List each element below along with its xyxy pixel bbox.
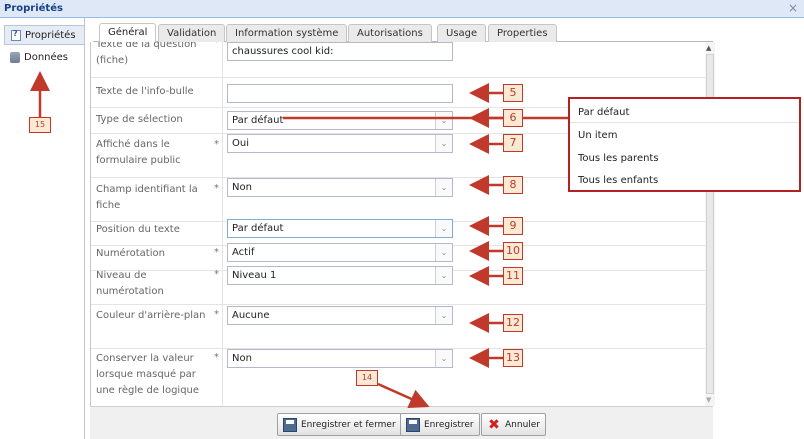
select-value: Par défaut: [232, 223, 284, 234]
select-value: Niveau 1: [232, 270, 277, 281]
tab-permissions[interactable]: Autorisations: [348, 24, 432, 43]
callout-15: 15: [29, 117, 51, 133]
selection-type-dropdown-list: Par défaut Un item Tous les parents Tous…: [568, 97, 801, 192]
select-value: Aucune: [232, 310, 270, 321]
sidebar-item-data[interactable]: Données: [4, 47, 84, 67]
required-marker: *: [214, 247, 219, 258]
required-marker: *: [214, 269, 219, 280]
chevron-down-icon[interactable]: ⌄: [435, 267, 452, 284]
chevron-down-icon[interactable]: ⌄: [435, 135, 452, 152]
identifier-field-select[interactable]: Non ⌄: [227, 178, 453, 197]
callout-10: 10: [503, 242, 523, 260]
chevron-down-icon[interactable]: ⌄: [435, 112, 452, 129]
tab-system-info[interactable]: Information système: [226, 24, 348, 43]
callout-14: 14: [356, 370, 378, 386]
divider: [570, 122, 799, 123]
cancel-button[interactable]: ✖ Annuler: [481, 413, 547, 436]
chevron-down-icon[interactable]: ⌄: [435, 307, 452, 324]
save-and-close-label: Enregistrer et fermer: [301, 419, 396, 430]
required-marker: *: [214, 139, 219, 150]
field-label: Position du texte: [96, 224, 180, 235]
tooltip-input[interactable]: [227, 84, 453, 103]
sidebar-item-label: Propriétés: [25, 29, 76, 41]
field-label: Couleur d'arrière-plan: [96, 310, 206, 321]
tab-properties[interactable]: Properties: [488, 24, 557, 43]
numbering-level-select[interactable]: Niveau 1 ⌄: [227, 266, 453, 285]
chevron-down-icon[interactable]: ⌄: [435, 179, 452, 196]
field-label: Texte de la question (fiche): [96, 42, 197, 66]
save-icon: [406, 417, 420, 432]
close-icon[interactable]: ×: [788, 1, 798, 15]
save-icon: [283, 417, 297, 432]
callout-7: 7: [503, 134, 523, 152]
text-position-select[interactable]: Par défaut ⌄: [227, 219, 453, 238]
select-value: Non: [232, 353, 252, 364]
save-button[interactable]: Enregistrer: [400, 413, 480, 436]
form-row-background-color: Couleur d'arrière-plan * Aucune ⌄: [91, 305, 711, 349]
callout-13: 13: [503, 349, 523, 367]
required-marker: *: [214, 309, 219, 320]
dropdown-option[interactable]: Un item: [578, 130, 617, 141]
field-label: Numérotation: [96, 248, 165, 259]
callout-12: 12: [503, 314, 523, 332]
window-titlebar: Propriétés ×: [0, 0, 804, 18]
tab-general[interactable]: Général: [99, 23, 157, 43]
select-value: Oui: [232, 138, 249, 149]
save-and-close-button[interactable]: Enregistrer et fermer: [277, 413, 402, 436]
scroll-up-icon[interactable]: ▲: [706, 44, 711, 52]
tab-usage[interactable]: Usage: [437, 24, 487, 43]
select-value: Non: [232, 182, 252, 193]
field-label: Conserver la valeur lorsque masqué par u…: [96, 353, 200, 396]
footer-toolbar: Enregistrer et fermer Enregistrer ✖ Annu…: [90, 406, 713, 439]
field-label: Type de sélection: [96, 114, 183, 125]
required-marker: *: [214, 183, 219, 194]
left-navigation: Propriétés Données: [0, 18, 85, 439]
chevron-down-icon[interactable]: ⌄: [435, 220, 452, 237]
callout-8: 8: [503, 176, 523, 194]
callout-6: 6: [503, 109, 523, 127]
required-marker: *: [214, 42, 219, 48]
callout-9: 9: [503, 217, 523, 235]
chevron-down-icon[interactable]: ⌄: [435, 244, 452, 261]
save-label: Enregistrer: [424, 419, 474, 430]
form-row-numbering-level: Niveau de numérotation * Niveau 1 ⌄: [91, 266, 711, 305]
select-value: Par défaut: [232, 115, 284, 126]
tab-validation[interactable]: Validation: [158, 24, 226, 43]
scroll-down-icon[interactable]: ▼: [706, 396, 711, 404]
cancel-icon: ✖: [488, 416, 500, 433]
field-label: Champ identifiant la fiche: [96, 184, 198, 211]
question-text-input[interactable]: chaussures cool kid:: [227, 42, 453, 61]
sidebar-item-label: Données: [24, 51, 69, 63]
background-color-select[interactable]: Aucune ⌄: [227, 306, 453, 325]
callout-5: 5: [503, 84, 523, 102]
dropdown-option[interactable]: Tous les parents: [578, 153, 659, 164]
field-label: Texte de l'info-bulle: [96, 86, 194, 97]
dropdown-option[interactable]: Tous les enfants: [578, 175, 658, 186]
field-label: Affiché dans le formulaire public: [96, 139, 181, 166]
chevron-down-icon[interactable]: ⌄: [435, 350, 452, 367]
sidebar-item-properties[interactable]: Propriétés: [4, 25, 84, 45]
select-value: Actif: [232, 247, 255, 258]
keep-value-select[interactable]: Non ⌄: [227, 349, 453, 368]
form-row-keep-value: Conserver la valeur lorsque masqué par u…: [91, 349, 711, 406]
public-form-select[interactable]: Oui ⌄: [227, 134, 453, 153]
form-row-question: Texte de la question (fiche) * chaussure…: [91, 42, 711, 78]
cancel-label: Annuler: [505, 419, 541, 430]
tab-bar: Général Validation Information système A…: [93, 22, 713, 43]
required-marker: *: [214, 352, 219, 363]
database-icon: [10, 51, 20, 63]
dropdown-option[interactable]: Par défaut: [578, 107, 629, 118]
field-label: Niveau de numérotation: [96, 270, 164, 297]
window-title: Propriétés: [4, 3, 63, 14]
selection-type-select[interactable]: Par défaut ⌄: [227, 111, 453, 130]
callout-11: 11: [503, 267, 523, 285]
numbering-select[interactable]: Actif ⌄: [227, 243, 453, 262]
properties-icon: [11, 29, 21, 41]
